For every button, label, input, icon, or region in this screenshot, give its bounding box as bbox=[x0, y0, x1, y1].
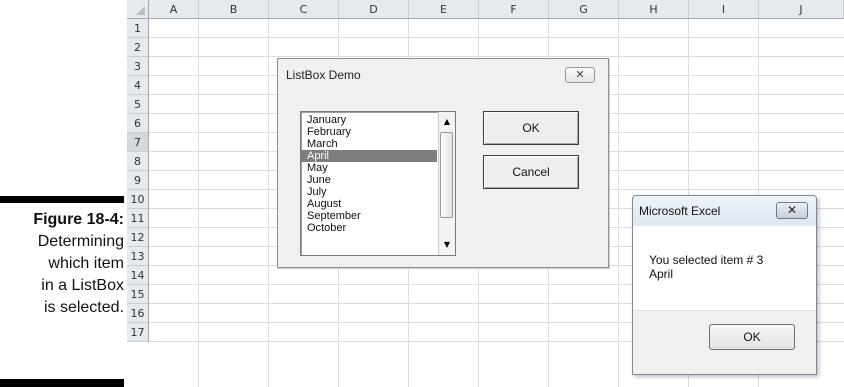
row-header[interactable]: 11 bbox=[127, 209, 149, 228]
row-header[interactable]: 16 bbox=[127, 304, 149, 323]
list-item[interactable]: August bbox=[307, 198, 341, 210]
list-item[interactable]: September bbox=[307, 210, 361, 222]
grid-line bbox=[149, 37, 844, 38]
row-header[interactable]: 15 bbox=[127, 285, 149, 304]
list-item[interactable]: February bbox=[307, 126, 351, 138]
figure-caption: Figure 18-4: Determining which item in a… bbox=[0, 209, 124, 319]
column-header-f[interactable]: F bbox=[479, 0, 549, 19]
column-header-d[interactable]: D bbox=[339, 0, 409, 19]
message-box-title: Microsoft Excel bbox=[639, 204, 721, 218]
column-header-a[interactable]: A bbox=[149, 0, 199, 19]
grid-line bbox=[149, 56, 844, 57]
message-box-footer: OK bbox=[633, 310, 816, 374]
column-header-j[interactable]: J bbox=[759, 0, 844, 19]
row-header[interactable]: 9 bbox=[127, 171, 149, 190]
column-header-g[interactable]: G bbox=[549, 0, 619, 19]
row-header[interactable]: 4 bbox=[127, 76, 149, 95]
cancel-button[interactable]: Cancel bbox=[483, 155, 579, 189]
column-header-b[interactable]: B bbox=[199, 0, 269, 19]
list-item[interactable]: June bbox=[307, 174, 331, 186]
column-header-h[interactable]: H bbox=[619, 0, 689, 19]
caption-line: in a ListBox bbox=[41, 277, 124, 294]
message-line: You selected item # 3 bbox=[649, 253, 764, 267]
row-header[interactable]: 1 bbox=[127, 19, 149, 38]
listbox-scrollbar[interactable]: ▲ ▼ bbox=[438, 112, 455, 255]
caption-rule-bottom bbox=[0, 379, 124, 387]
listbox-demo-dialog: ListBox Demo ✕ January February March Ap… bbox=[277, 58, 609, 268]
scroll-up-icon[interactable]: ▲ bbox=[439, 114, 455, 130]
ok-button[interactable]: OK bbox=[483, 111, 579, 145]
row-header-selected[interactable]: 7 bbox=[127, 133, 149, 152]
scroll-down-icon[interactable]: ▼ bbox=[439, 237, 455, 253]
close-icon[interactable]: ✕ bbox=[565, 67, 595, 83]
row-header[interactable]: 6 bbox=[127, 114, 149, 133]
column-header-e[interactable]: E bbox=[409, 0, 479, 19]
message-box-titlebar: Microsoft Excel ✕ bbox=[633, 196, 816, 226]
caption-line: Determining bbox=[37, 233, 124, 250]
message-box: Microsoft Excel ✕ You selected item # 3 … bbox=[632, 195, 817, 375]
row-header[interactable]: 17 bbox=[127, 323, 149, 342]
dialog-title: ListBox Demo bbox=[286, 68, 361, 82]
row-header[interactable]: 10 bbox=[127, 190, 149, 209]
close-icon[interactable]: ✕ bbox=[776, 202, 808, 219]
row-header[interactable]: 8 bbox=[127, 152, 149, 171]
row-header[interactable]: 3 bbox=[127, 57, 149, 76]
column-header-i[interactable]: I bbox=[689, 0, 759, 19]
caption-rule-top bbox=[0, 196, 124, 203]
month-listbox[interactable]: January February March April May June Ju… bbox=[300, 111, 456, 256]
caption-line: which item bbox=[48, 255, 124, 272]
message-ok-button[interactable]: OK bbox=[709, 324, 795, 350]
row-header[interactable]: 14 bbox=[127, 266, 149, 285]
row-header[interactable]: 5 bbox=[127, 95, 149, 114]
message-line: April bbox=[649, 267, 674, 281]
figure-number: Figure 18-4: bbox=[33, 211, 124, 228]
list-item[interactable]: October bbox=[307, 222, 346, 234]
row-header[interactable]: 2 bbox=[127, 38, 149, 57]
column-header-c[interactable]: C bbox=[269, 0, 339, 19]
list-item[interactable]: July bbox=[307, 186, 327, 198]
select-all-corner[interactable] bbox=[127, 0, 149, 19]
list-item-selected[interactable]: April bbox=[301, 150, 437, 162]
list-item[interactable]: May bbox=[307, 162, 328, 174]
list-item[interactable]: March bbox=[307, 138, 338, 150]
caption-line: is selected. bbox=[43, 299, 124, 316]
row-header[interactable]: 13 bbox=[127, 247, 149, 266]
list-item[interactable]: January bbox=[307, 114, 346, 126]
row-header[interactable]: 12 bbox=[127, 228, 149, 247]
scroll-thumb[interactable] bbox=[440, 132, 453, 218]
